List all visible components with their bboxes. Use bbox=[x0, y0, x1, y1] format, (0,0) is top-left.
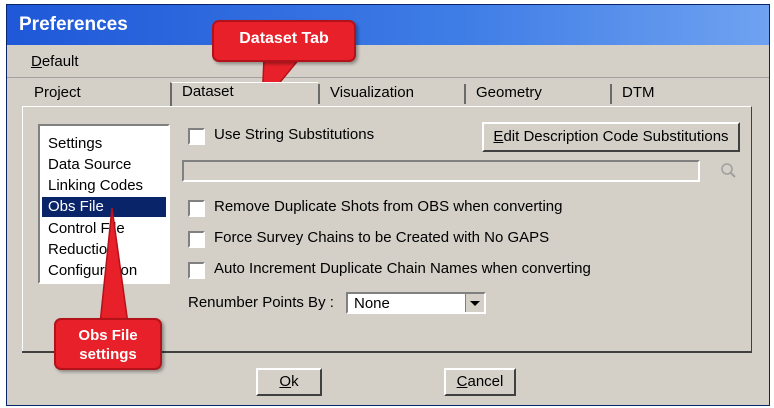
menu-bar: Default bbox=[7, 45, 769, 78]
list-item-reduction[interactable]: Reduction bbox=[42, 240, 166, 260]
tab-label: Dataset bbox=[182, 83, 234, 100]
obs-callout-line2: settings bbox=[79, 346, 137, 363]
force-survey-chains-checkbox[interactable] bbox=[188, 231, 205, 248]
renumber-points-label: Renumber Points By : bbox=[188, 294, 334, 311]
menu-default-label: efault bbox=[41, 53, 79, 70]
list-item-settings[interactable]: Settings bbox=[42, 134, 166, 154]
tab-visualization[interactable]: Visualization bbox=[318, 84, 464, 104]
force-survey-chains-label: Force Survey Chains to be Created with N… bbox=[214, 229, 550, 246]
list-item-configuration[interactable]: Configuration bbox=[42, 261, 166, 281]
renumber-points-value: None bbox=[354, 295, 390, 312]
menu-default[interactable]: Default bbox=[31, 53, 79, 70]
tab-dtm[interactable]: DTM bbox=[610, 84, 754, 104]
tab-label: Visualization bbox=[330, 84, 414, 101]
cancel-button[interactable]: Cancel bbox=[444, 368, 516, 396]
substitution-text-field[interactable] bbox=[182, 160, 700, 182]
cancel-button-label: Cancel bbox=[456, 373, 504, 390]
tab-bar: Project Dataset Visualization Geometry D… bbox=[24, 82, 754, 106]
ok-button[interactable]: Ok bbox=[256, 368, 322, 396]
remove-duplicate-shots-label: Remove Duplicate Shots from OBS when con… bbox=[214, 198, 563, 215]
obs-file-callout: Obs File settings bbox=[54, 318, 162, 370]
tab-geometry[interactable]: Geometry bbox=[464, 84, 610, 104]
search-icon[interactable] bbox=[718, 160, 740, 182]
auto-increment-chain-names-checkbox[interactable] bbox=[188, 262, 205, 279]
tab-project[interactable]: Project bbox=[24, 84, 170, 104]
edit-description-code-button[interactable]: Edit Description Code Substitutions bbox=[482, 122, 740, 152]
tab-dataset[interactable]: Dataset bbox=[170, 82, 318, 106]
use-string-substitutions-label: Use String Substitutions bbox=[214, 126, 375, 143]
title-bar[interactable]: Preferences bbox=[7, 5, 769, 45]
list-item-control-file[interactable]: Control File bbox=[42, 219, 166, 239]
remove-duplicate-shots-checkbox[interactable] bbox=[188, 200, 205, 217]
use-string-substitutions-checkbox[interactable] bbox=[188, 128, 205, 145]
list-item-linking-codes[interactable]: Linking Codes bbox=[42, 176, 166, 196]
tab-label: Geometry bbox=[476, 84, 542, 101]
list-item-obs-file[interactable]: Obs File bbox=[42, 197, 166, 217]
tab-label: Project bbox=[34, 84, 81, 101]
list-item-data-source[interactable]: Data Source bbox=[42, 155, 166, 175]
edit-button-label: Edit Description Code Substitutions bbox=[493, 128, 729, 145]
window-title: Preferences bbox=[19, 14, 128, 35]
ok-button-label: Ok bbox=[279, 373, 299, 390]
category-list[interactable]: Settings Data Source Linking Codes Obs F… bbox=[38, 124, 170, 284]
renumber-points-select[interactable]: None bbox=[346, 292, 486, 314]
dataset-tab-callout: Dataset Tab bbox=[212, 20, 356, 62]
auto-increment-chain-names-label: Auto Increment Duplicate Chain Names whe… bbox=[214, 260, 591, 277]
obs-callout-line1: Obs File bbox=[78, 327, 138, 344]
tab-label: DTM bbox=[622, 84, 655, 101]
chevron-down-icon[interactable] bbox=[465, 294, 484, 312]
